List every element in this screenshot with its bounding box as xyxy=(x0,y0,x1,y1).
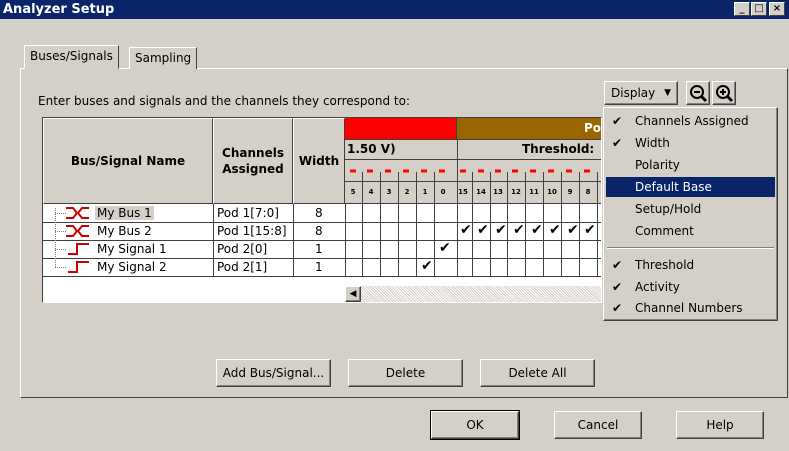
threshold-left[interactable]: 1.50 V) xyxy=(345,139,457,159)
menu-item-default-base[interactable]: Default Base xyxy=(606,177,775,197)
pod2-label: Po xyxy=(583,121,601,135)
row-channels[interactable]: Pod 1[7:0] xyxy=(217,206,279,220)
delete-button[interactable]: Delete xyxy=(348,359,463,387)
chevron-down-icon: ▼ xyxy=(664,88,671,98)
row-channels[interactable]: Pod 2[0] xyxy=(217,242,267,256)
channel-check[interactable]: ✔ xyxy=(460,222,472,238)
threshold-right[interactable]: Threshold: xyxy=(457,139,601,159)
channel-check[interactable]: ✔ xyxy=(549,222,561,238)
header-width[interactable]: Width xyxy=(293,118,345,204)
row-channels[interactable]: Pod 2[1] xyxy=(217,260,267,274)
menu-item-setup-hold[interactable]: Setup/Hold xyxy=(606,199,775,219)
zoom-in-icon xyxy=(716,85,734,103)
menu-item-label: Default Base xyxy=(635,180,712,194)
signal-icon xyxy=(68,261,89,273)
help-button[interactable]: Help xyxy=(676,411,764,439)
window-title: Analyzer Setup xyxy=(3,2,115,17)
signal-icon xyxy=(68,243,89,255)
channel-check[interactable]: ✔ xyxy=(567,222,579,238)
header-channels-assigned[interactable]: Channels Assigned xyxy=(213,118,293,204)
bus-signal-grid[interactable]: Bus/Signal Name Channels Assigned Width … xyxy=(42,117,602,303)
channel-check[interactable]: ✔ xyxy=(439,240,451,256)
row-name[interactable]: My Bus 1 xyxy=(95,206,154,220)
channel-number-dividers xyxy=(362,182,598,205)
scroll-left-arrow-icon[interactable]: ◀ xyxy=(345,286,361,302)
row-channels[interactable]: Pod 1[15:8] xyxy=(217,224,287,238)
menu-item-label: Threshold xyxy=(635,258,695,272)
check-icon: ✔ xyxy=(612,114,623,128)
analyzer-setup-window: Analyzer Setup _ □ × Buses/Signals Sampl… xyxy=(0,0,789,451)
bus-icon xyxy=(66,207,89,219)
zoom-in-button[interactable] xyxy=(712,81,736,105)
menu-item-label: Setup/Hold xyxy=(635,202,702,216)
activity-row xyxy=(345,159,601,182)
check-icon: ✔ xyxy=(612,301,623,315)
add-bus-signal-button[interactable]: Add Bus/Signal... xyxy=(216,359,331,387)
threshold-left-label: 1.50 V) xyxy=(347,142,396,156)
channel-check[interactable]: ✔ xyxy=(495,222,507,238)
maximize-button[interactable]: □ xyxy=(751,2,767,16)
check-icon: ✔ xyxy=(612,136,623,150)
zoom-out-icon xyxy=(690,85,708,103)
header-bus-signal-name[interactable]: Bus/Signal Name xyxy=(43,118,213,204)
delete-all-button[interactable]: Delete All xyxy=(480,359,595,387)
row-width[interactable]: 8 xyxy=(315,206,323,220)
horizontal-scrollbar[interactable]: ◀ xyxy=(345,286,601,302)
table-row[interactable]: My Signal 1 Pod 2[0] 1 ✔ xyxy=(43,240,601,258)
tab-sampling-label: Sampling xyxy=(135,51,192,65)
pod1-header xyxy=(345,118,457,139)
check-icon: ✔ xyxy=(612,280,623,294)
menu-item-channels-assigned[interactable]: ✔ Channels Assigned xyxy=(606,111,775,131)
display-button[interactable]: Display ▼ xyxy=(604,81,678,105)
menu-item-channel-numbers[interactable]: ✔ Channel Numbers xyxy=(606,298,775,318)
check-icon: ✔ xyxy=(612,258,623,272)
channel-check[interactable]: ✔ xyxy=(531,222,543,238)
tab-buses-signals-label: Buses/Signals xyxy=(30,49,113,63)
activity-dashes xyxy=(350,160,598,182)
row-width[interactable]: 8 xyxy=(315,224,323,238)
menu-item-label: Activity xyxy=(635,280,680,294)
close-button[interactable]: × xyxy=(769,2,785,16)
menu-item-label: Comment xyxy=(635,224,694,238)
row-width[interactable]: 1 xyxy=(315,260,323,274)
menu-item-label: Channel Numbers xyxy=(635,301,743,315)
threshold-right-label: Threshold: xyxy=(522,142,595,156)
menu-item-threshold[interactable]: ✔ Threshold xyxy=(606,255,775,275)
channel-check[interactable]: ✔ xyxy=(513,222,525,238)
row-width[interactable]: 1 xyxy=(315,242,323,256)
scrollbar-track[interactable] xyxy=(361,286,601,302)
minimize-button[interactable]: _ xyxy=(734,2,750,16)
row-name[interactable]: My Signal 1 xyxy=(97,242,167,256)
channel-check[interactable]: ✔ xyxy=(584,222,596,238)
pod2-header: Po xyxy=(457,118,601,139)
row-name[interactable]: My Signal 2 xyxy=(97,260,167,274)
instruction-text: Enter buses and signals and the channels… xyxy=(38,94,411,108)
display-button-label: Display xyxy=(611,86,656,100)
tab-buses-signals[interactable]: Buses/Signals xyxy=(24,45,119,69)
ok-button[interactable]: OK xyxy=(430,410,520,440)
channel-numbers-row: 5 4 3 2 1 0 15 14 13 12 11 10 9 8 xyxy=(345,181,601,205)
menu-separator xyxy=(607,247,774,249)
title-bar[interactable]: Analyzer Setup _ □ × xyxy=(0,0,789,19)
table-row[interactable]: My Signal 2 Pod 2[1] 1 ✔ xyxy=(43,258,601,276)
row-name[interactable]: My Bus 2 xyxy=(97,224,152,238)
channel-check[interactable]: ✔ xyxy=(477,222,489,238)
channel-check[interactable]: ✔ xyxy=(421,258,433,274)
tab-sampling[interactable]: Sampling xyxy=(129,47,198,69)
display-menu: ✔ Channels Assigned ✔ Width Polarity Defau… xyxy=(603,107,778,321)
menu-item-activity[interactable]: ✔ Activity xyxy=(606,277,775,297)
menu-item-label: Polarity xyxy=(635,158,680,172)
menu-item-label: Width xyxy=(635,136,670,150)
bus-icon xyxy=(66,225,89,237)
cancel-button[interactable]: Cancel xyxy=(554,411,642,439)
menu-item-comment[interactable]: Comment xyxy=(606,221,775,241)
table-row[interactable]: My Bus 1 Pod 1[7:0] 8 xyxy=(43,204,601,222)
menu-item-polarity[interactable]: Polarity xyxy=(606,155,775,175)
table-row[interactable]: My Bus 2 Pod 1[15:8] 8 ✔ ✔ ✔ ✔ ✔ ✔ ✔ ✔ xyxy=(43,222,601,240)
zoom-out-button[interactable] xyxy=(686,81,710,105)
menu-item-width[interactable]: ✔ Width xyxy=(606,133,775,153)
menu-item-label: Channels Assigned xyxy=(635,114,749,128)
